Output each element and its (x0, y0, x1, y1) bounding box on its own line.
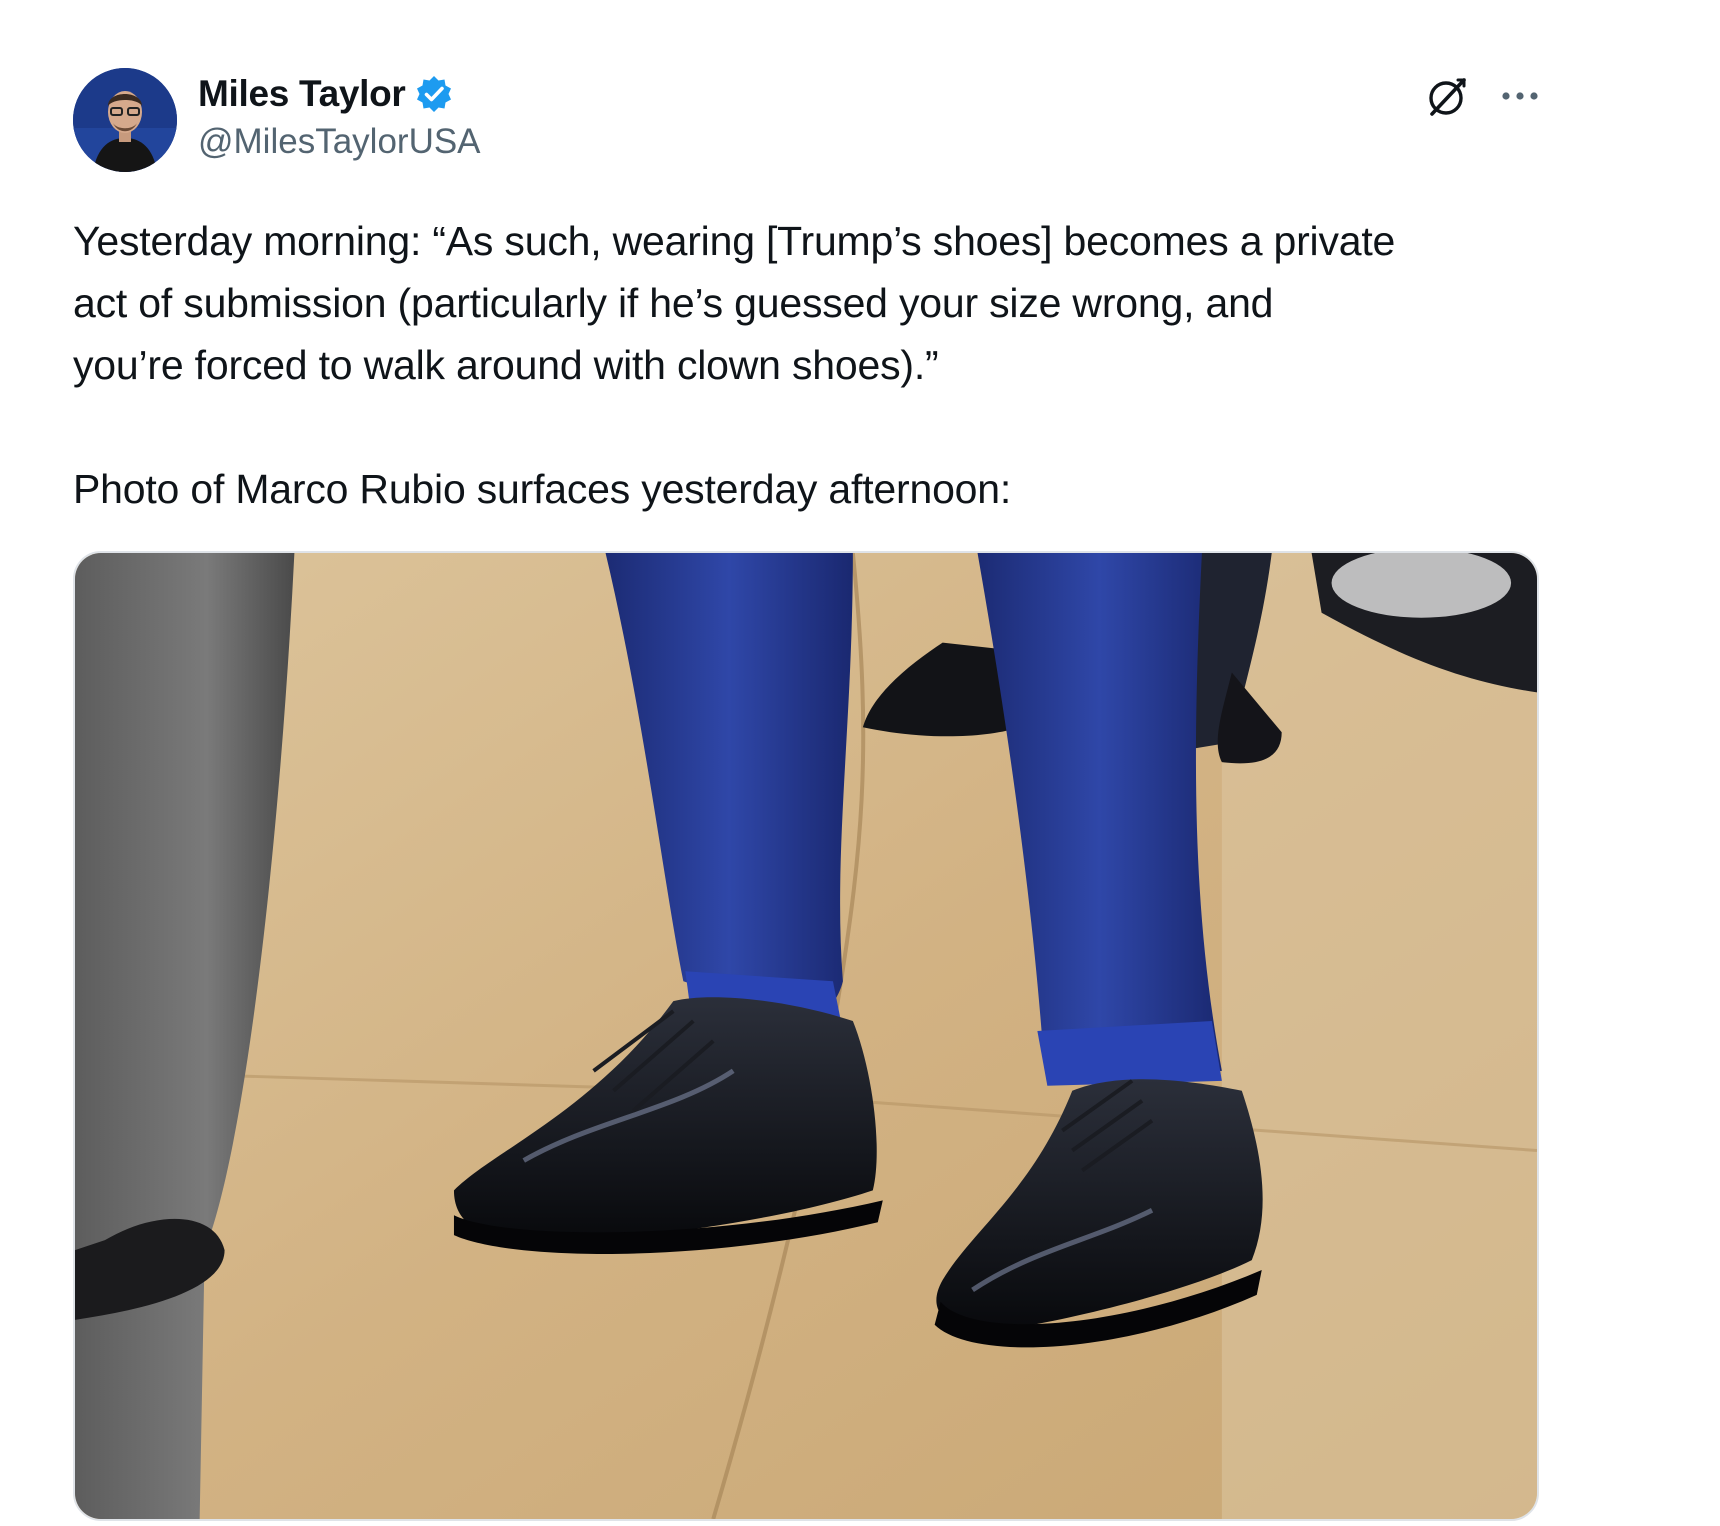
more-options-icon[interactable] (1498, 78, 1542, 114)
photo-of-shoes-icon (75, 553, 1537, 1519)
tweet-photo[interactable] (73, 551, 1539, 1521)
verified-badge-icon (414, 74, 454, 114)
tweet-text-line: you’re forced to walk around with clown … (73, 342, 939, 388)
author-name-row: Miles Taylor (198, 68, 454, 120)
grok-icon[interactable] (1424, 74, 1470, 120)
profile-photo-icon (73, 68, 177, 172)
author-handle[interactable]: @MilesTaylorUSA (198, 122, 481, 162)
tweet-text-line: Photo of Marco Rubio surfaces yesterday … (73, 466, 1012, 512)
tweet: Miles Taylor @MilesTaylorUSA Yesterday m… (0, 0, 1720, 1526)
author-display-name[interactable]: Miles Taylor (198, 73, 406, 115)
author-avatar[interactable] (73, 68, 177, 172)
tweet-text: Yesterday morning: “As such, wearing [Tr… (73, 210, 1573, 520)
tweet-text-line: Yesterday morning: “As such, wearing [Tr… (73, 218, 1396, 264)
tweet-text-line: act of submission (particularly if he’s … (73, 280, 1274, 326)
